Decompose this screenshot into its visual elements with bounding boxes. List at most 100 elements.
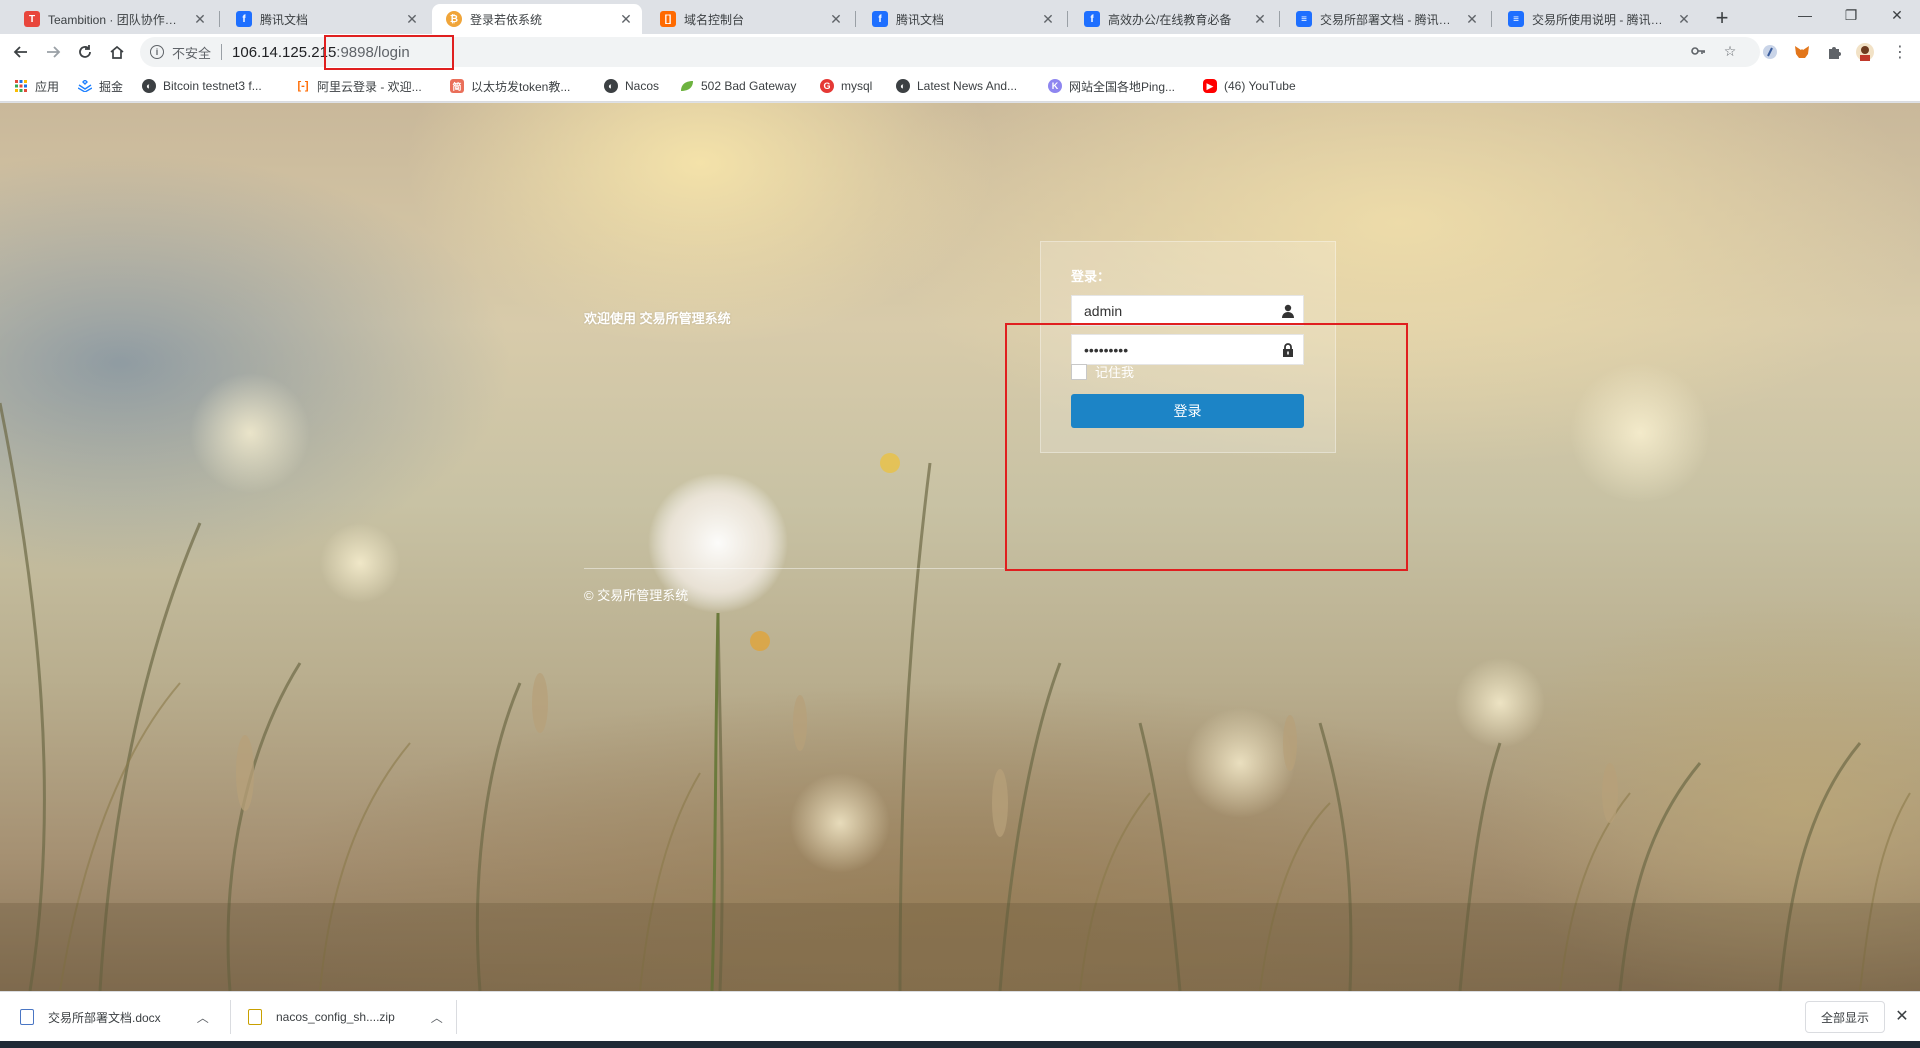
reload-button[interactable] <box>71 38 99 66</box>
doc-favicon-icon: ≡ <box>1508 11 1524 27</box>
os-taskbar <box>0 1041 1920 1048</box>
tencent-docs-favicon-icon: f <box>1084 11 1100 27</box>
tab-usage-doc[interactable]: ≡ 交易所使用说明 - 腾讯文档 ✕ <box>1494 4 1700 34</box>
download-bar: 交易所部署文档.docx ︿ nacos_config_sh....zip ︿ … <box>0 991 1920 1041</box>
bookmark-label: mysql <box>841 79 873 93</box>
copyright-text: © 交易所管理系统 <box>584 588 689 603</box>
tencent-docs-favicon-icon: f <box>872 11 888 27</box>
tab-title: 交易所部署文档 - 腾讯文档 <box>1320 12 1458 27</box>
username-input[interactable] <box>1072 296 1273 325</box>
youtube-icon: ▶ <box>1203 79 1217 93</box>
tab-title: 腾讯文档 <box>260 12 309 27</box>
close-icon[interactable]: ✕ <box>192 11 208 27</box>
back-button[interactable] <box>7 38 35 66</box>
background-photo <box>0 363 1920 991</box>
key-icon[interactable] <box>1688 41 1708 61</box>
tab-login-active[interactable]: ₿ 登录若依系统 ✕ <box>432 4 642 34</box>
download-item-docx[interactable]: 交易所部署文档.docx ︿ <box>20 992 209 1042</box>
ping-icon: K <box>1048 79 1062 93</box>
new-tab-button[interactable]: + <box>1708 5 1736 33</box>
apps-grid-icon <box>14 79 28 93</box>
globe-icon: ◐ <box>604 79 618 93</box>
bookmark-aliyun[interactable]: [-] 阿里云登录 - 欢迎... <box>296 76 422 96</box>
tab-strip: T Teambition · 团队协作工具 ✕ f 腾讯文档 ✕ ₿ 登录若依系… <box>0 0 1920 34</box>
username-field[interactable] <box>1071 295 1304 326</box>
welcome-heading: 欢迎使用 交易所管理系统 <box>584 311 731 326</box>
bookmark-juejin[interactable]: 掘金 <box>78 76 123 96</box>
tab-title: 域名控制台 <box>684 12 745 27</box>
url-host: 106.14.125.215 <box>232 43 337 61</box>
bookmark-label: 掘金 <box>99 79 124 94</box>
tencent-docs-favicon-icon: f <box>236 11 252 27</box>
bookmark-label: (46) YouTube <box>1224 79 1296 93</box>
tab-tencent-docs[interactable]: f 腾讯文档 ✕ <box>222 4 428 34</box>
reload-icon <box>79 45 91 58</box>
login-title: 登录： <box>1071 269 1111 284</box>
close-icon[interactable]: ✕ <box>1892 1007 1912 1027</box>
kebab-menu-icon[interactable]: ⋮ <box>1890 42 1910 62</box>
bookmark-star-icon[interactable]: ☆ <box>1720 41 1740 61</box>
bookmark-apps[interactable]: 应用 <box>14 76 59 96</box>
g-icon: G <box>820 79 834 93</box>
zip-archive-icon <box>248 1009 262 1025</box>
puzzle-extensions-icon[interactable] <box>1824 42 1844 62</box>
close-icon[interactable]: ✕ <box>1040 11 1056 27</box>
show-all-downloads-button[interactable]: 全部显示 <box>1805 1001 1885 1033</box>
bookmark-ping[interactable]: K 网站全国各地Ping... <box>1048 76 1175 96</box>
download-filename: nacos_config_sh....zip <box>276 1010 395 1024</box>
info-icon[interactable]: i <box>150 45 164 59</box>
chevron-up-icon[interactable]: ︿ <box>197 1009 209 1026</box>
forward-button[interactable] <box>39 38 67 66</box>
tab-title: 高效办公/在线教育必备 <box>1108 12 1232 27</box>
aliyun-favicon-icon: [] <box>660 11 676 27</box>
login-page: 欢迎使用 交易所管理系统 © 交易所管理系统 登录： 记住我 登录 <box>0 103 1920 991</box>
tab-tencent-docs-2[interactable]: f 腾讯文档 ✕ <box>858 4 1064 34</box>
tab-deploy-doc[interactable]: ≡ 交易所部署文档 - 腾讯文档 ✕ <box>1282 4 1488 34</box>
bookmark-label: 阿里云登录 - 欢迎... <box>317 79 422 94</box>
download-filename: 交易所部署文档.docx <box>48 1010 161 1025</box>
metamask-icon[interactable] <box>1792 42 1812 62</box>
restore-button[interactable]: ❐ <box>1828 0 1874 30</box>
close-icon[interactable]: ✕ <box>1464 11 1480 27</box>
divider <box>584 568 1004 569</box>
bookmark-mysql[interactable]: G mysql <box>820 76 872 96</box>
window-close-button[interactable]: ✕ <box>1874 0 1920 30</box>
bookmark-jianshu[interactable]: 简 以太坊发token教... <box>450 76 570 96</box>
tab-domain-console[interactable]: [] 域名控制台 ✕ <box>646 4 852 34</box>
tab-title: Teambition · 团队协作工具 <box>48 12 186 27</box>
doc-favicon-icon: ≡ <box>1296 11 1312 27</box>
close-icon[interactable]: ✕ <box>404 11 420 27</box>
bookmark-youtube[interactable]: ▶ (46) YouTube <box>1203 76 1296 96</box>
globe-icon: ◐ <box>896 79 910 93</box>
profile-avatar[interactable] <box>1855 42 1875 62</box>
extension-icon[interactable] <box>1760 42 1780 62</box>
bookmarks-bar: 应用 掘金 ◐ Bitcoin testnet3 f... [-] 阿里云登录 … <box>0 70 1920 102</box>
word-document-icon <box>20 1009 34 1025</box>
back-arrow-icon <box>13 46 27 58</box>
minimize-button[interactable]: — <box>1782 0 1828 30</box>
close-icon[interactable]: ✕ <box>618 11 634 27</box>
bookmark-label: Latest News And... <box>917 79 1018 93</box>
close-icon[interactable]: ✕ <box>1676 11 1692 27</box>
globe-icon: ◐ <box>142 79 156 93</box>
close-icon[interactable]: ✕ <box>828 11 844 27</box>
teambition-favicon-icon: T <box>24 11 40 27</box>
bookmark-label: Bitcoin testnet3 f... <box>163 79 262 93</box>
tab-office-education[interactable]: f 高效办公/在线教育必备 ✕ <box>1070 4 1276 34</box>
close-icon[interactable]: ✕ <box>1252 11 1268 27</box>
bookmark-latest-news[interactable]: ◐ Latest News And... <box>896 76 1017 96</box>
home-button[interactable] <box>103 38 131 66</box>
bookmark-label: 502 Bad Gateway <box>701 79 797 93</box>
chevron-up-icon[interactable]: ︿ <box>431 1009 443 1026</box>
bookmark-label: 应用 <box>35 79 60 94</box>
tab-title: 登录若依系统 <box>470 12 543 27</box>
bookmark-502[interactable]: 502 Bad Gateway <box>680 76 796 96</box>
tab-teambition[interactable]: T Teambition · 团队协作工具 ✕ <box>10 4 216 34</box>
bitcoin-favicon-icon: ₿ <box>446 11 462 27</box>
annotation-box-login <box>1005 323 1408 571</box>
home-icon <box>110 45 124 59</box>
bookmark-nacos[interactable]: ◐ Nacos <box>604 76 659 96</box>
tab-title: 腾讯文档 <box>896 12 945 27</box>
download-item-zip[interactable]: nacos_config_sh....zip ︿ <box>248 992 443 1042</box>
bookmark-bitcoin-testnet[interactable]: ◐ Bitcoin testnet3 f... <box>142 76 262 96</box>
